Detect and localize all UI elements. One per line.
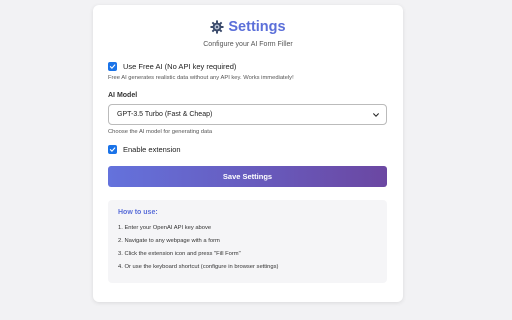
free-ai-label: Use Free AI (No API key required) — [123, 62, 237, 71]
how-to-step: 3. Click the extension icon and press "F… — [118, 251, 241, 257]
page-subtitle: Configure your AI Form Filler — [203, 41, 293, 48]
model-select[interactable]: GPT-3.5 Turbo (Fast & Cheap) — [108, 104, 387, 125]
gear-icon — [210, 20, 224, 34]
model-label: AI Model — [108, 92, 138, 99]
checkmark-icon — [109, 64, 116, 69]
free-ai-checkbox[interactable] — [108, 62, 117, 71]
enable-extension-toggle[interactable]: Enable extension — [108, 145, 181, 154]
settings-card: Settings Configure your AI Form Filler U… — [93, 5, 403, 302]
page-title: Settings — [228, 19, 286, 35]
save-settings-button[interactable]: Save Settings — [108, 166, 387, 187]
header: Settings — [93, 19, 403, 35]
model-select-value: GPT-3.5 Turbo (Fast & Cheap) — [117, 111, 213, 118]
free-ai-hint: Free AI generates realistic data without… — [108, 75, 294, 81]
model-hint: Choose the AI model for generating data — [108, 129, 213, 135]
enable-extension-label: Enable extension — [123, 145, 181, 154]
how-to-panel: How to use: 1. Enter your OpenAI API key… — [108, 200, 387, 283]
how-to-step: 4. Or use the keyboard shortcut (configu… — [118, 264, 279, 270]
how-to-steps: 1. Enter your OpenAI API key above 2. Na… — [118, 222, 377, 274]
how-to-title: How to use: — [118, 209, 158, 216]
how-to-step: 2. Navigate to any webpage with a form — [118, 238, 220, 244]
enable-extension-checkbox[interactable] — [108, 145, 117, 154]
chevron-down-icon — [372, 106, 380, 124]
free-ai-toggle[interactable]: Use Free AI (No API key required) — [108, 62, 236, 71]
how-to-step: 1. Enter your OpenAI API key above — [118, 225, 212, 231]
checkmark-icon — [109, 147, 116, 152]
